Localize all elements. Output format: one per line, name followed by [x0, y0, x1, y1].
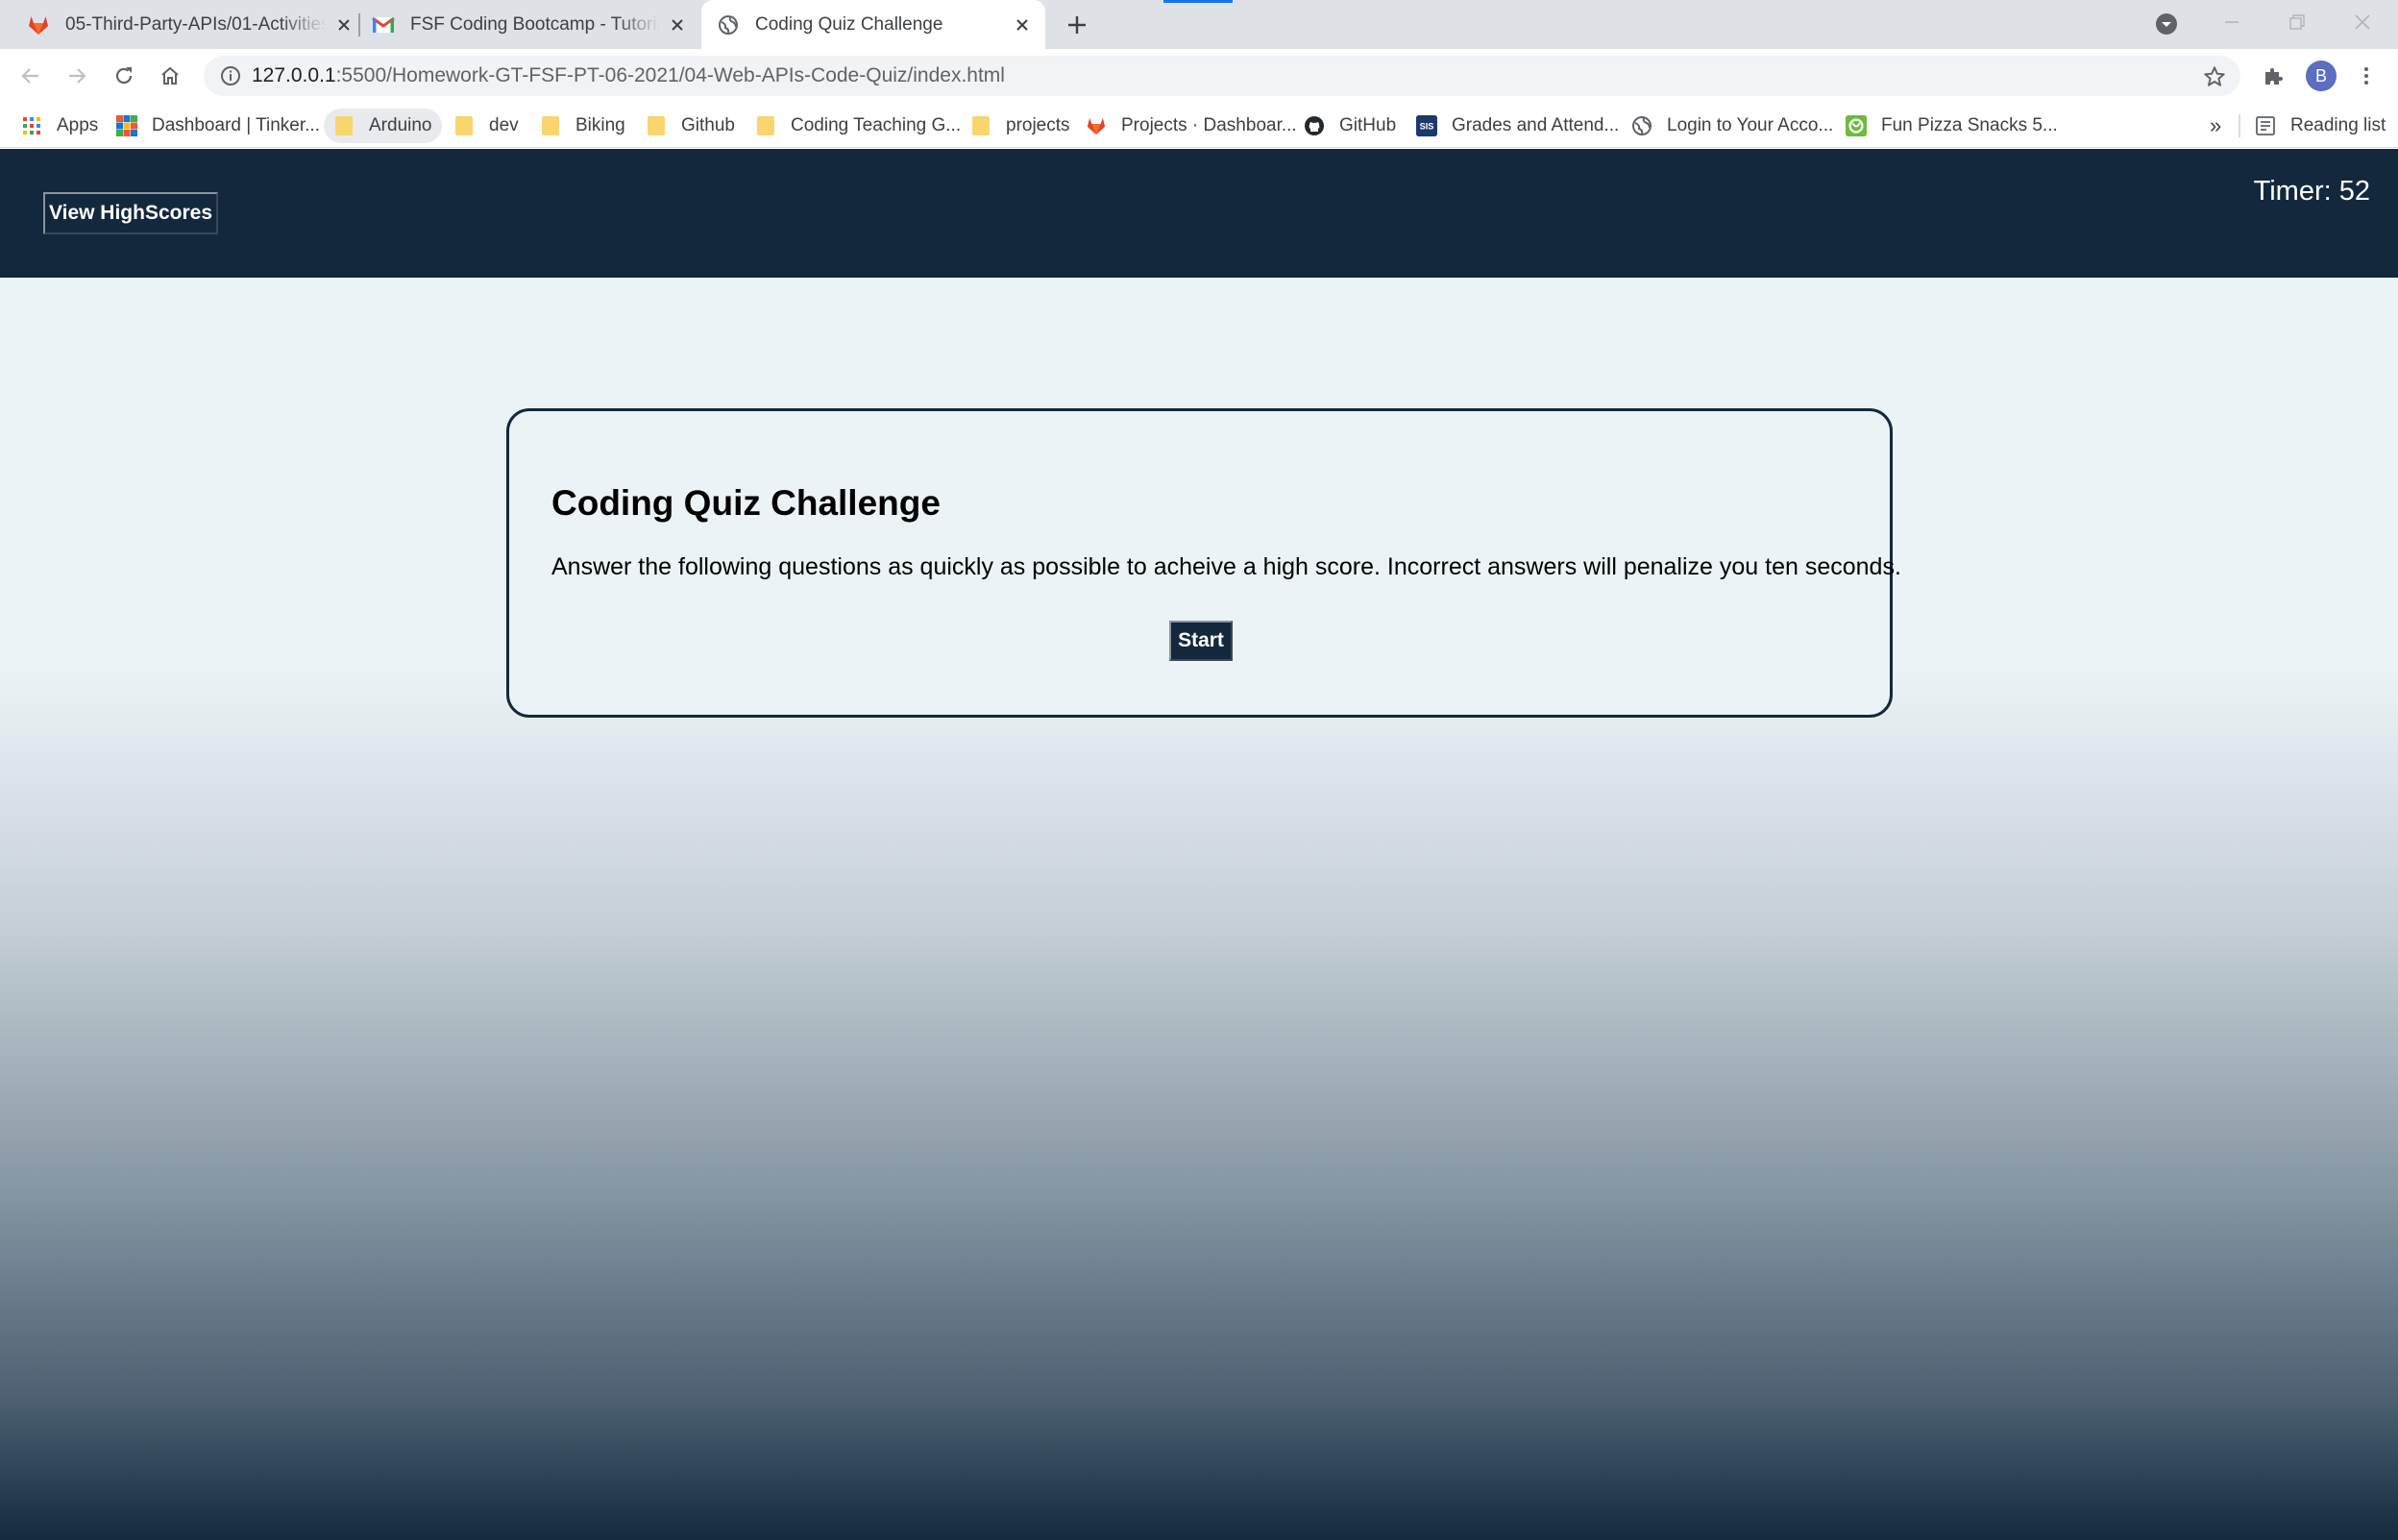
reading-list-button[interactable]: Reading list — [2255, 109, 2386, 143]
restore-icon — [2289, 14, 2305, 30]
info-icon[interactable] — [219, 64, 242, 87]
tab-search-button[interactable] — [2152, 10, 2181, 38]
bookmark-tinkercad[interactable]: Dashboard | Tinker... — [116, 109, 320, 143]
bookmark-label: Dashboard | Tinker... — [152, 115, 320, 135]
restore-button[interactable] — [2275, 0, 2319, 44]
bookmark-label: Projects · Dashboar... — [1121, 115, 1297, 135]
tab-separator — [358, 13, 360, 37]
gitlab-icon — [27, 13, 50, 37]
address-bar[interactable]: 127.0.0.1:5500/Homework-GT-FSF-PT-06-202… — [204, 56, 2240, 96]
bookmark-gitlab-projects[interactable]: Projects · Dashboar... — [1086, 109, 1297, 143]
bookmark-apps[interactable]: Apps — [21, 109, 98, 143]
sis-icon-text: SIS — [1420, 122, 1434, 132]
view-highscores-button[interactable]: View HighScores — [43, 192, 218, 234]
tab-title: FSF Coding Bootcamp - Tutorial — [410, 13, 660, 35]
chevron-down-circle-icon — [2156, 13, 2177, 35]
tab-strip: 05-Third-Party-APIs/01-Activities FSF Co… — [0, 0, 2398, 49]
bookmark-label: projects — [1006, 115, 1070, 135]
sis-icon: SIS — [1416, 115, 1437, 136]
tab-fsf-bootcamp[interactable]: FSF Coding Bootcamp - Tutorial — [372, 0, 689, 49]
bookmarks-bar: Apps Dashboard | Tinker... Arduino dev B… — [0, 103, 2398, 148]
folder-icon — [540, 115, 561, 136]
reload-button[interactable] — [109, 61, 139, 91]
bookmark-star-icon[interactable] — [2202, 64, 2227, 89]
bookmark-pizza-snacks[interactable]: Fun Pizza Snacks 5... — [1846, 109, 2058, 143]
globe-icon — [717, 13, 740, 37]
bookmark-folder-coding-teaching[interactable]: Coding Teaching G... — [755, 109, 961, 143]
start-button[interactable]: Start — [1169, 621, 1233, 661]
tab-title: 05-Third-Party-APIs/01-Activities — [65, 13, 327, 35]
bookmark-label: Biking — [575, 115, 625, 135]
url-path: :5500/Homework-GT-FSF-PT-06-2021/04-Web-… — [335, 64, 1005, 86]
github-icon — [1304, 115, 1325, 136]
bookmark-grades[interactable]: SIS Grades and Attend... — [1416, 109, 1619, 143]
reload-icon — [115, 67, 133, 85]
close-window-button[interactable] — [2340, 0, 2385, 44]
gmail-icon — [372, 13, 395, 37]
bookmark-label: Login to Your Acco... — [1667, 115, 1834, 135]
folder-icon — [970, 115, 991, 136]
puzzle-icon — [2265, 68, 2283, 85]
profile-avatar[interactable]: B — [2306, 61, 2337, 91]
minimize-button[interactable] — [2210, 0, 2254, 44]
bookmark-github[interactable]: GitHub — [1304, 109, 1396, 143]
arrow-left-icon — [21, 68, 38, 84]
tinkercad-icon — [116, 115, 137, 136]
quiz-instructions: Answer the following questions as quickl… — [551, 553, 1901, 580]
bookmark-label: dev — [489, 115, 519, 135]
folder-icon — [646, 115, 667, 136]
close-icon[interactable] — [666, 13, 689, 37]
arrow-right-icon — [69, 68, 86, 84]
apps-grid-icon — [21, 115, 42, 136]
folder-icon — [453, 115, 475, 136]
kebab-menu-icon — [2364, 67, 2368, 85]
extensions-button[interactable] — [2258, 61, 2288, 91]
bookmark-folder-github[interactable]: Github — [646, 109, 735, 143]
bookmark-label: Grades and Attend... — [1452, 115, 1620, 135]
loading-indicator — [1163, 0, 1233, 3]
tab-title: Coding Quiz Challenge — [755, 13, 943, 35]
home-button[interactable] — [155, 61, 185, 91]
bookmarks-divider — [2239, 114, 2240, 137]
gitlab-icon — [1086, 115, 1107, 136]
quiz-intro-card: Coding Quiz Challenge Answer the followi… — [506, 408, 1901, 718]
globe-icon — [1631, 115, 1652, 136]
tab-coding-quiz[interactable]: Coding Quiz Challenge — [701, 0, 1045, 49]
back-button[interactable] — [15, 61, 46, 91]
browser-toolbar: 127.0.0.1:5500/Homework-GT-FSF-PT-06-202… — [0, 49, 2398, 103]
bookmark-folder-projects[interactable]: projects — [970, 109, 1070, 143]
page-viewport: View HighScores Timer: 52 Coding Quiz Ch… — [0, 149, 2398, 1540]
bookmark-folder-dev[interactable]: dev — [453, 109, 519, 143]
timer-display: Timer: 52 — [2253, 176, 2370, 207]
plus-icon — [1068, 16, 1086, 34]
url-host: 127.0.0.1 — [252, 64, 336, 86]
bookmarks-overflow-button[interactable]: » — [2210, 109, 2221, 143]
bookmark-folder-arduino[interactable]: Arduino — [324, 109, 442, 143]
minimize-icon — [2225, 21, 2239, 23]
bookmark-label: Fun Pizza Snacks 5... — [1881, 115, 2058, 135]
close-icon — [2355, 14, 2370, 30]
folder-icon — [333, 115, 355, 136]
bookmark-label: Apps — [57, 115, 99, 135]
reading-list-icon — [2255, 115, 2276, 136]
bookmark-login[interactable]: Login to Your Acco... — [1631, 109, 1833, 143]
bookmark-folder-biking[interactable]: Biking — [540, 109, 625, 143]
close-icon[interactable] — [1011, 13, 1034, 37]
bookmark-label: Arduino — [369, 115, 432, 135]
close-icon[interactable] — [332, 13, 355, 37]
bookmark-label: Github — [681, 115, 735, 135]
folder-icon — [755, 115, 776, 136]
menu-button[interactable] — [2351, 61, 2382, 91]
forward-button[interactable] — [61, 61, 92, 91]
quiz-title: Coding Quiz Challenge — [551, 483, 941, 523]
reading-list-label: Reading list — [2290, 115, 2386, 135]
url-text[interactable]: 127.0.0.1:5500/Homework-GT-FSF-PT-06-202… — [252, 56, 1005, 96]
home-icon — [161, 66, 179, 85]
tab-third-party-apis[interactable]: 05-Third-Party-APIs/01-Activities — [27, 0, 355, 49]
bookmark-label: GitHub — [1339, 115, 1397, 135]
new-tab-button[interactable] — [1062, 10, 1092, 40]
bookmark-label: Coding Teaching G... — [791, 115, 962, 135]
pizza-icon — [1846, 115, 1867, 136]
site-header: View HighScores Timer: 52 — [0, 149, 2398, 278]
